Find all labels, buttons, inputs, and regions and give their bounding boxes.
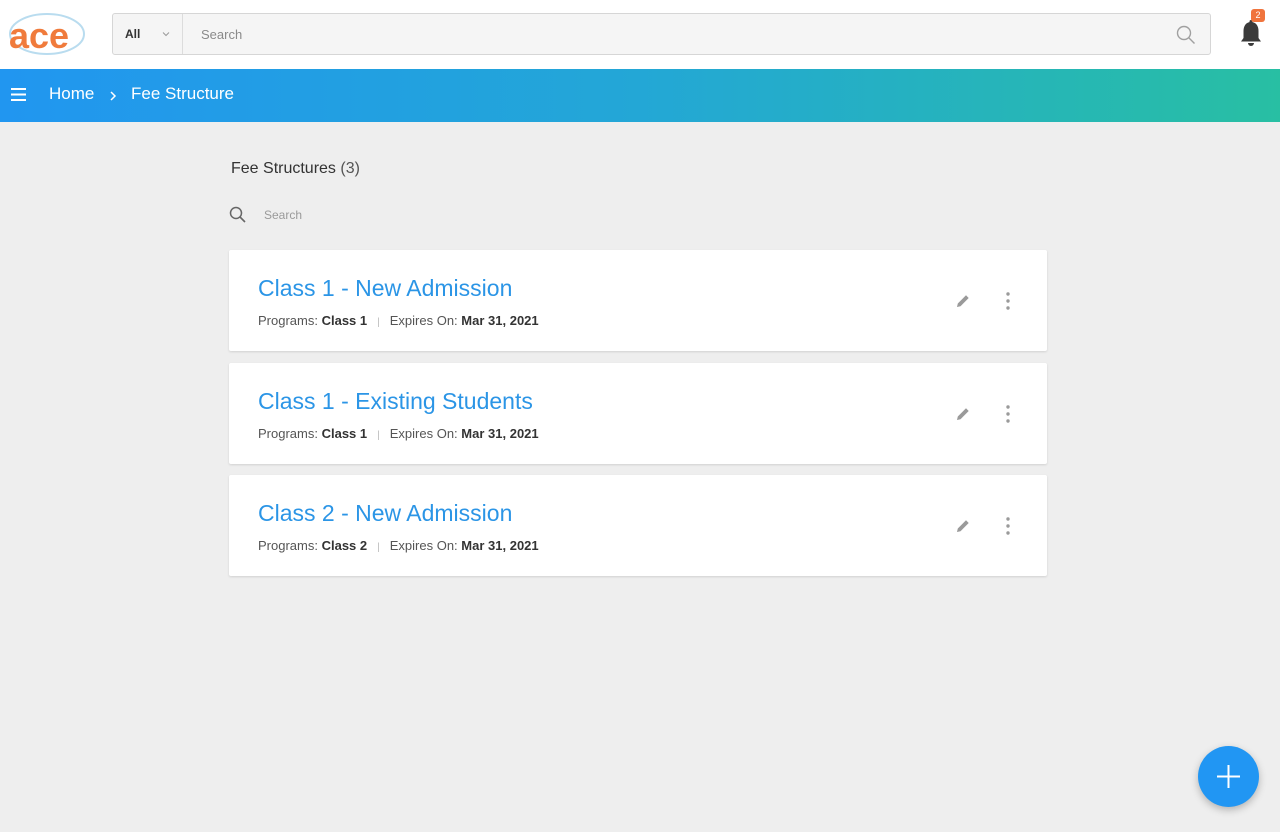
expires-label: Expires On: [389,426,458,441]
program-value: Class 2 [321,538,368,553]
plus-icon [1217,765,1240,788]
breadcrumb-bar: Home Fee Structure [0,69,1280,122]
search-scope-dropdown[interactable]: All [113,14,183,54]
list-title-text: Fee Structures [231,160,336,177]
notifications-bell-icon[interactable] [1238,18,1264,48]
chevron-right-icon [108,89,118,107]
pencil-icon[interactable] [954,405,972,423]
programs-label: Programs: [258,313,318,328]
meta-divider: | [377,430,380,441]
expires-value: Mar 31, 2021 [461,313,539,328]
program-value: Class 1 [321,426,368,441]
search-icon[interactable] [1176,25,1196,50]
pencil-icon[interactable] [954,292,972,310]
search-icon [229,206,247,229]
pencil-icon[interactable] [954,517,972,535]
fee-structure-title-link[interactable]: Class 1 - Existing Students [258,388,533,415]
fee-structure-card: Class 1 - New Admission Programs: Class … [229,250,1047,351]
more-vertical-icon[interactable] [1003,404,1013,424]
fee-structure-title-link[interactable]: Class 2 - New Admission [258,500,512,527]
breadcrumb-home-link[interactable]: Home [49,84,94,104]
expires-value: Mar 31, 2021 [461,538,539,553]
fee-structure-meta: Programs: Class 2 | Expires On: Mar 31, 20… [258,538,539,553]
fee-structure-meta: Programs: Class 1 | Expires On: Mar 31, 20… [258,426,539,441]
page-title: Fee Structures (3) [231,160,360,178]
programs-label: Programs: [258,538,318,553]
fee-structure-title-link[interactable]: Class 1 - New Admission [258,275,512,302]
expires-value: Mar 31, 2021 [461,426,539,441]
expires-label: Expires On: [389,538,458,553]
more-vertical-icon[interactable] [1003,291,1013,311]
fee-structure-card: Class 2 - New Admission Programs: Class … [229,475,1047,576]
list-search-input[interactable] [253,203,553,227]
meta-divider: | [377,542,380,553]
meta-divider: | [377,317,380,328]
breadcrumb-current: Fee Structure [131,84,234,103]
menu-icon[interactable] [11,88,26,101]
svg-text:ace: ace [9,15,69,56]
more-vertical-icon[interactable] [1003,516,1013,536]
program-value: Class 1 [321,313,368,328]
global-search-input[interactable] [183,14,1163,54]
programs-label: Programs: [258,426,318,441]
add-fee-structure-button[interactable] [1198,746,1259,807]
global-search: All [112,13,1211,55]
chevron-down-icon [161,28,171,42]
search-scope-label: All [125,27,141,41]
ace-logo[interactable]: ace [6,10,88,58]
notification-count-badge: 2 [1251,9,1265,22]
list-count: (3) [340,160,360,177]
top-bar: ace All 2 [0,0,1280,69]
expires-label: Expires On: [389,313,458,328]
fee-structure-card: Class 1 - Existing Students Programs: Cl… [229,363,1047,464]
fee-structure-meta: Programs: Class 1 | Expires On: Mar 31, 20… [258,313,539,328]
